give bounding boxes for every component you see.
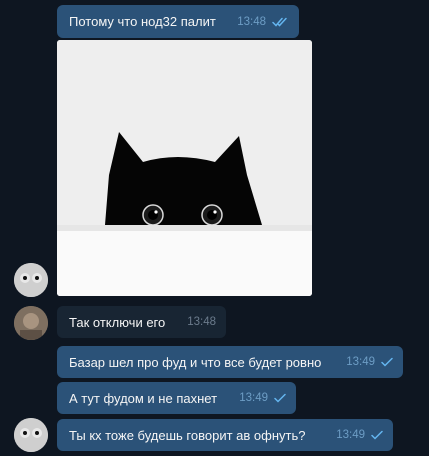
avatar[interactable] [14,306,48,340]
message-time: 13:48 [237,15,266,28]
message-meta: 13:49 [328,429,383,441]
message-bubble[interactable]: Базар шел про фуд и что все будет ровно … [57,346,403,378]
black-cat-image [57,40,312,296]
message-text: Ты кх тоже будешь говорит ав офнуть? [69,427,306,443]
message-time: 13:49 [239,392,268,404]
message-bubble[interactable]: Так отключи его 13:48 [57,306,226,338]
message-time: 13:48 [187,316,216,328]
avatar-icon [14,263,48,297]
message-meta: 13:49 [231,392,286,404]
message-text: Потому что нод32 палит [69,14,216,29]
message-meta: 13:48 [179,316,216,328]
avatar[interactable] [14,263,48,297]
message-meta: 13:49 [338,356,393,368]
chat-history: Потому что нод32 палит 13:48 Так отключи… [0,0,429,456]
message-time: 13:49 [346,356,375,368]
message-bubble[interactable]: А тут фудом и не пахнет 13:49 [57,382,296,414]
photo-message[interactable] [57,40,312,296]
message-time: 13:49 [336,429,365,441]
message-text: Базар шел про фуд и что все будет ровно [69,354,322,370]
double-check-icon [272,17,289,27]
check-icon [371,430,383,440]
check-icon [381,357,393,367]
avatar-icon [14,306,48,340]
avatar[interactable] [14,418,48,452]
message-text: А тут фудом и не пахнет [69,390,218,406]
check-icon [274,393,286,403]
message-text: Так отключи его [69,314,166,330]
message-bubble[interactable]: Ты кх тоже будешь говорит ав офнуть? 13:… [57,419,393,451]
message-meta: 13:48 [229,16,289,28]
message-bubble[interactable]: Потому что нод32 палит 13:48 [57,5,299,38]
avatar-icon [14,418,48,452]
